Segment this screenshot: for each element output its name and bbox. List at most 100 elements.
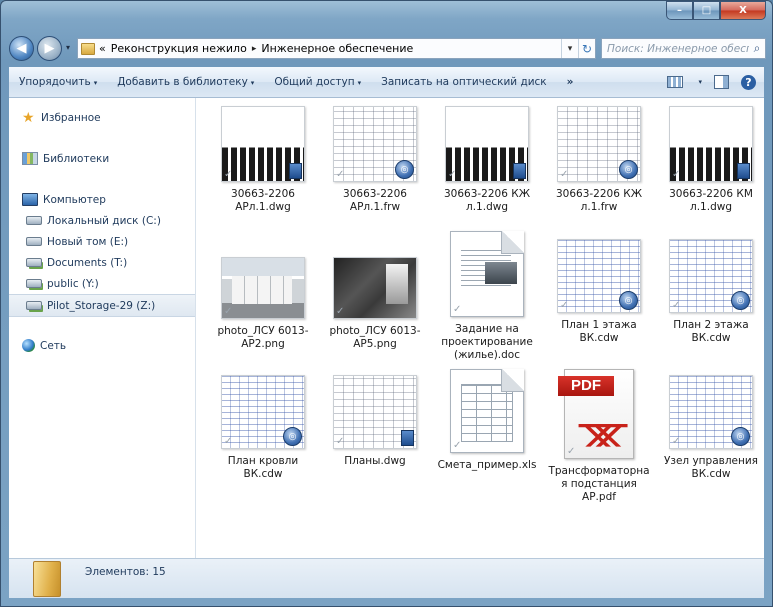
file-item[interactable]: ✓ ◎ 30663-2206 КЖ л.1.frw — [544, 106, 654, 214]
search-input[interactable]: Поиск: Инженерное обеспеч... — [602, 43, 749, 55]
file-name: План 2 этажа ВК.cdw — [673, 319, 749, 344]
sync-check-icon: ✓ — [567, 446, 576, 457]
nav-libraries[interactable]: Библиотеки — [9, 148, 195, 169]
nav-drive-z[interactable]: Pilot_Storage-29 (Z:) — [9, 294, 195, 317]
folder-icon — [81, 42, 95, 55]
refresh-button[interactable]: ↻ — [578, 39, 595, 58]
nav-computer[interactable]: Компьютер — [9, 189, 195, 210]
nav-favorites[interactable]: ★ Избранное — [9, 107, 195, 128]
file-item[interactable]: ✓ Задание на проектирование (жилье).doc — [432, 231, 542, 362]
sync-check-icon: ✓ — [560, 169, 569, 180]
network-drive-icon — [26, 258, 42, 267]
navigation-bar: ◀ ▶ ▾ « Реконструкция нежило ▸ Инженерно… — [9, 35, 766, 61]
file-name: Задание на проектирование (жилье).doc — [441, 323, 533, 361]
address-dropdown-button[interactable]: ▾ — [561, 39, 578, 58]
sync-check-icon: ✓ — [448, 169, 457, 180]
kompas-file-icon: ◎ — [395, 160, 414, 179]
forward-button[interactable]: ▶ — [37, 36, 62, 61]
sync-check-icon: ✓ — [672, 169, 681, 180]
search-icon[interactable]: ⌕ — [749, 41, 765, 56]
organize-button[interactable]: Упорядочить ▾ — [9, 76, 107, 88]
file-item[interactable]: ✓ photo_ЛСУ 6013-АР5.png — [320, 231, 430, 351]
kompas-file-icon: ◎ — [731, 427, 750, 446]
details-pane: Элементов: 15 — [9, 558, 764, 598]
command-bar: Упорядочить ▾ Добавить в библиотеку ▾ Общи… — [9, 67, 764, 98]
breadcrumb-item[interactable]: Инженерное обеспечение — [261, 42, 413, 55]
address-bar[interactable]: « Реконструкция нежило ▸ Инженерное обес… — [77, 38, 596, 59]
nav-drive-y[interactable]: public (Y:) — [9, 273, 195, 294]
file-item[interactable]: ✓ ◎ План 1 этажа ВК.cdw — [544, 231, 654, 345]
search-box[interactable]: Поиск: Инженерное обеспеч... ⌕ — [601, 38, 766, 59]
more-commands-button[interactable]: » — [557, 76, 584, 88]
preview-pane-icon[interactable] — [714, 75, 729, 89]
maximize-button[interactable]: □ — [693, 1, 720, 20]
file-item[interactable]: ✓ 30663-2206 КЖ л.1.dwg — [432, 106, 542, 214]
kompas-file-icon: ◎ — [731, 291, 750, 310]
close-button[interactable]: X — [720, 1, 766, 20]
add-to-library-button[interactable]: Добавить в библиотеку ▾ — [107, 76, 264, 88]
file-name: План 1 этажа ВК.cdw — [561, 319, 637, 344]
view-controls: ▾ ? — [667, 74, 764, 90]
file-name: Планы.dwg — [344, 455, 406, 467]
breadcrumb-separator[interactable]: ▸ — [252, 44, 257, 54]
nav-drive-t[interactable]: Documents (T:) — [9, 252, 195, 273]
drawing-thumbnail: ✓ — [445, 106, 529, 182]
explorer-window: – □ X ◀ ▶ ▾ « Реконструкция нежило ▸ Инж… — [0, 0, 773, 607]
file-item[interactable]: ✓ 30663-2206 КМ л.1.dwg — [656, 106, 766, 214]
file-item[interactable]: ✓ ◎ 30663-2206 АРл.1.frw — [320, 106, 430, 214]
pdf-document-icon: PDF ᚘ ✓ — [558, 369, 634, 459]
network-icon — [22, 339, 35, 352]
content-area: ★ Избранное Библиотеки Компьютер Локальны… — [9, 98, 764, 559]
change-view-icon[interactable] — [667, 76, 684, 88]
file-item[interactable]: ✓ ◎ План 2 этажа ВК.cdw — [656, 231, 766, 345]
file-name: 30663-2206 АРл.1.dwg — [231, 188, 295, 213]
nav-network[interactable]: Сеть — [9, 335, 195, 356]
file-item[interactable]: ✓ ◎ План кровли ВК.cdw — [208, 369, 318, 481]
drawing-thumbnail: ✓ ◎ — [557, 239, 641, 313]
photo-thumbnail: ✓ — [221, 257, 305, 319]
address-controls: ▾ ↻ — [561, 39, 595, 58]
breadcrumb-overflow[interactable]: « — [99, 42, 106, 55]
dwg-file-icon — [737, 163, 750, 179]
photo-thumbnail: ✓ — [333, 257, 417, 319]
file-name: 30663-2206 КМ л.1.dwg — [669, 188, 753, 213]
drawing-thumbnail: ✓ ◎ — [333, 106, 417, 182]
file-item[interactable]: ✓ photo_ЛСУ 6013-АР2.png — [208, 231, 318, 351]
file-item[interactable]: ✓ Смета_пример.xls — [432, 369, 542, 472]
recent-pages-dropdown[interactable]: ▾ — [66, 43, 70, 52]
file-item[interactable]: ✓ 30663-2206 АРл.1.dwg — [208, 106, 318, 214]
view-options-dropdown[interactable]: ▾ — [698, 78, 702, 86]
file-item[interactable]: ✓ Планы.dwg — [320, 369, 430, 468]
drawing-thumbnail: ✓ — [333, 375, 417, 449]
file-name: Узел управления ВК.cdw — [663, 455, 759, 480]
nav-drive-e[interactable]: Новый том (E:) — [9, 231, 195, 252]
network-drive-icon — [26, 301, 42, 310]
breadcrumb-item[interactable]: Реконструкция нежило — [111, 42, 247, 55]
hard-drive-icon — [26, 216, 42, 225]
minimize-button[interactable]: – — [666, 1, 693, 20]
file-grid: ✓ 30663-2206 АРл.1.dwg ✓ ◎ 30663-2206 АРл… — [196, 98, 764, 559]
drawing-thumbnail: ✓ ◎ — [557, 106, 641, 182]
kompas-file-icon: ◎ — [283, 427, 302, 446]
file-item[interactable]: PDF ᚘ ✓ Трансформаторная подстанция АР.pdf — [544, 369, 654, 504]
pdf-logo: PDF — [558, 376, 614, 396]
back-button[interactable]: ◀ — [9, 36, 34, 61]
burn-disc-button[interactable]: Записать на оптический диск — [371, 76, 557, 88]
sync-check-icon: ✓ — [336, 169, 345, 180]
drawing-thumbnail: ✓ — [221, 106, 305, 182]
file-name: 30663-2206 АРл.1.frw — [343, 188, 407, 213]
file-name: Смета_пример.xls — [437, 459, 537, 471]
kompas-file-icon: ◎ — [619, 160, 638, 179]
dwg-file-icon — [289, 163, 302, 179]
file-name: 30663-2206 КЖ л.1.frw — [555, 188, 642, 213]
item-count: Элементов: 15 — [85, 565, 166, 578]
sync-check-icon: ✓ — [453, 440, 462, 451]
share-button[interactable]: Общий доступ ▾ — [264, 76, 371, 88]
file-item[interactable]: ✓ ◎ Узел управления ВК.cdw — [656, 369, 766, 481]
forward-arrow-icon: ▶ — [44, 41, 55, 56]
dwg-file-icon — [513, 163, 526, 179]
sync-check-icon: ✓ — [672, 436, 681, 447]
help-icon[interactable]: ? — [741, 74, 756, 90]
sync-check-icon: ✓ — [336, 306, 345, 317]
nav-drive-c[interactable]: Локальный диск (C:) — [9, 210, 195, 231]
